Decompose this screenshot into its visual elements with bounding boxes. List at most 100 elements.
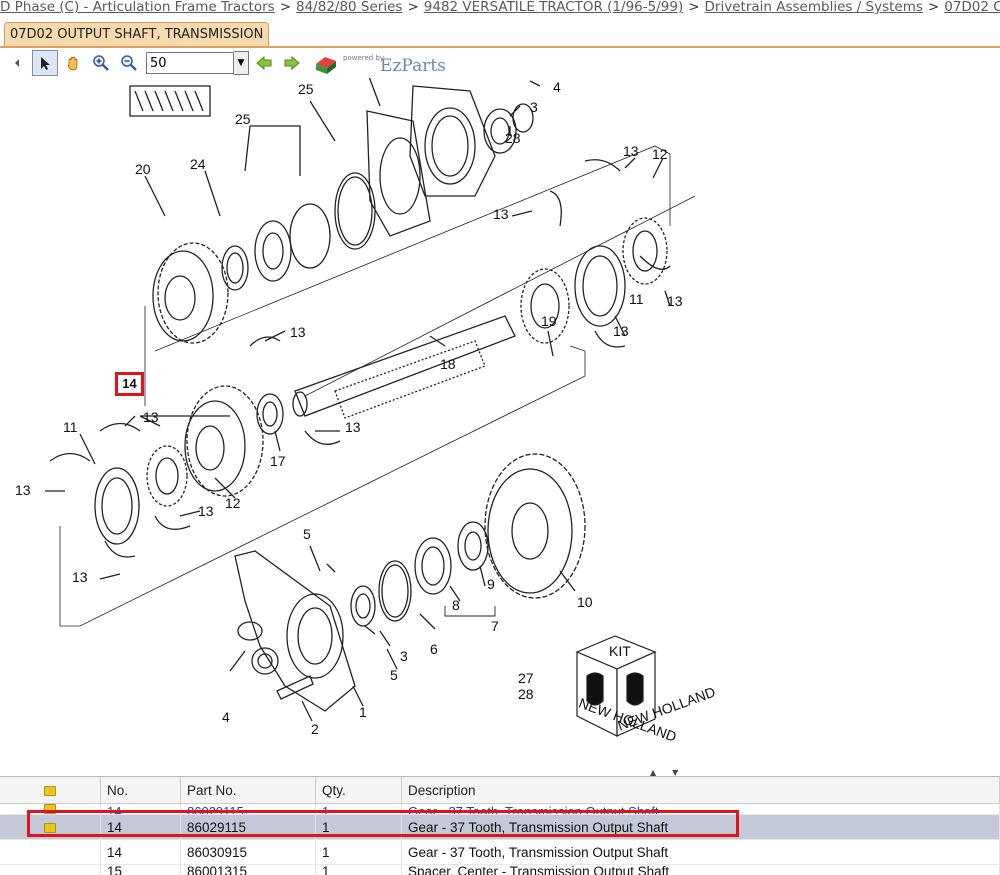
gear-12-upper[interactable] [623,218,667,284]
gear-18[interactable] [153,243,228,343]
row-note-cell [0,840,101,865]
table-row[interactable]: 15 86001315 1 Spacer, Center - Transmiss… [0,865,1000,875]
table-header: No. Part No. Qty. Description [0,777,1000,804]
cell-part-no: 86030915 [181,840,316,865]
cell-description: Gear - 37 Tooth, Transmission Output Sha… [402,840,1000,865]
cell-no: 14 [101,804,181,815]
back-button[interactable] [251,50,277,76]
ezparts-logo-icon [313,52,339,76]
zoom-dropdown-button[interactable]: ▼ [234,51,249,75]
column-qty[interactable]: Qty. [316,777,402,804]
forward-button[interactable] [279,50,305,76]
output-shaft-16[interactable] [293,316,515,418]
cell-description: Spacer, Center - Transmission Output Sha… [402,865,1000,875]
bolt[interactable] [277,676,313,699]
cell-part-no: 86029115 [181,804,316,815]
breadcrumb: D Phase (C) - Articulation Frame Tractor… [0,0,1000,18]
column-no[interactable]: No. [101,777,181,804]
callout-13-j: 13 [72,569,88,585]
column-part-no[interactable]: Part No. [181,777,316,804]
kit-label: KIT [609,643,631,659]
housing-partial [130,86,210,116]
bearing-cup[interactable] [290,204,330,268]
callout-16: 18 [440,356,456,372]
callout-13-g: 13 [345,419,361,435]
callout-1: 1 [359,704,367,720]
breadcrumb-link-current[interactable]: 07D02 OUTPUT SHAFT, TRANSMISSION [944,0,1000,15]
callout-13-e: 13 [290,324,306,340]
callout-3-lower: 3 [400,648,408,664]
grip-icon [14,53,20,73]
callout-13-d: 13 [613,323,629,339]
callout-4-top: 4 [553,79,561,95]
callout-2: 2 [311,721,319,737]
breadcrumb-link-drivetrain[interactable]: Drivetrain Assemblies / Systems [705,0,923,15]
cell-description: Gear - 37 Tooth, Transmission Output Sha… [402,815,1000,840]
breadcrumb-separator: > [402,0,423,15]
row-note-cell [0,804,101,815]
cell-no: 14 [101,815,181,840]
cell-qty: 1 [316,815,402,840]
table-row-selected[interactable]: 14 86029115 1 Gear - 37 Tooth, Transmiss… [0,815,1000,840]
note-icon [44,786,56,796]
callout-12-top: 12 [652,146,668,162]
callout-25-kit: 27 [518,670,534,686]
callout-18: 20 [135,161,151,177]
breadcrumb-link-tractor[interactable]: 9482 VERSATILE TRACTOR (1/96-5/99) [424,0,683,15]
callout-12-lower: 12 [225,495,241,511]
select-pointer-button[interactable] [32,50,58,76]
gear-12-lower[interactable] [147,446,187,506]
ezparts-brand: powered by EzParts [313,50,446,76]
column-description[interactable]: Description [402,777,1000,804]
seal-lower[interactable] [351,586,375,626]
zoom-combo[interactable]: ▼ [146,51,249,75]
toolbar-grip [4,50,30,76]
pan-button[interactable] [60,50,86,76]
bearing-cone[interactable] [458,522,488,570]
cell-description: Gear - 37 Tooth, Transmission Output Sha… [402,804,1000,815]
callout-15: 17 [270,453,286,469]
callout-13-c: 13 [667,293,683,309]
powered-by-text: powered by [343,54,384,62]
callout-10: 10 [577,594,593,610]
zoom-out-button[interactable] [116,50,142,76]
zoom-in-button[interactable] [88,50,114,76]
callout-24: 25 [298,81,314,97]
callout-28: 28 [518,686,534,702]
callout-5-upper: 5 [303,526,311,542]
viewer-toolbar: ▼ powered by EzParts [4,48,446,78]
cell-no: 15 [101,865,181,875]
table-row[interactable]: 14 86029115 1 Gear - 37 Tooth, Transmiss… [0,804,1000,815]
column-note[interactable] [0,777,101,804]
callout-6: 6 [430,641,438,657]
selected-callout-14[interactable]: 14 [115,372,144,396]
housing-1[interactable] [235,551,355,711]
callout-11-lower: 11 [63,419,78,435]
o-ring[interactable] [335,173,375,249]
callout-13-b: 13 [493,206,509,222]
chevron-down-icon: ▼ [238,58,245,68]
cell-no: 14 [101,840,181,865]
seal-4[interactable] [252,648,278,674]
tab-output-shaft[interactable]: 07D02 OUTPUT SHAFT, TRANSMISSION [4,22,269,46]
callout-13-f: 13 [143,409,159,425]
gear-17[interactable] [521,269,569,343]
o-ring-lower[interactable] [379,561,411,621]
select-pointer-icon [37,55,53,71]
zoom-out-icon [120,54,138,72]
gear-14[interactable] [185,386,263,496]
callout-13-i: 13 [198,503,214,519]
breadcrumb-link-phase[interactable]: D Phase (C) - Articulation Frame Tractor… [0,0,275,15]
callout-13-h: 13 [15,482,31,498]
thrust-washer[interactable] [257,394,283,434]
callout-13-a: 13 [623,143,639,159]
zoom-input[interactable] [146,52,234,74]
table-row[interactable]: 14 86030915 1 Gear - 37 Tooth, Transmiss… [0,840,1000,865]
callout-11-top: 11 [629,291,644,307]
gear-10[interactable] [485,454,585,598]
note-icon [44,823,56,833]
breadcrumb-link-series[interactable]: 84/82/80 Series [296,0,402,15]
exploded-parts-diagram[interactable]: KIT NEW HOLLAND NEW HOLLAND 20 24 25 25 … [5,46,1000,770]
ezparts-brand-text: EzParts [380,56,446,76]
parts-table: No. Part No. Qty. Description 14 8602911… [0,776,1000,875]
